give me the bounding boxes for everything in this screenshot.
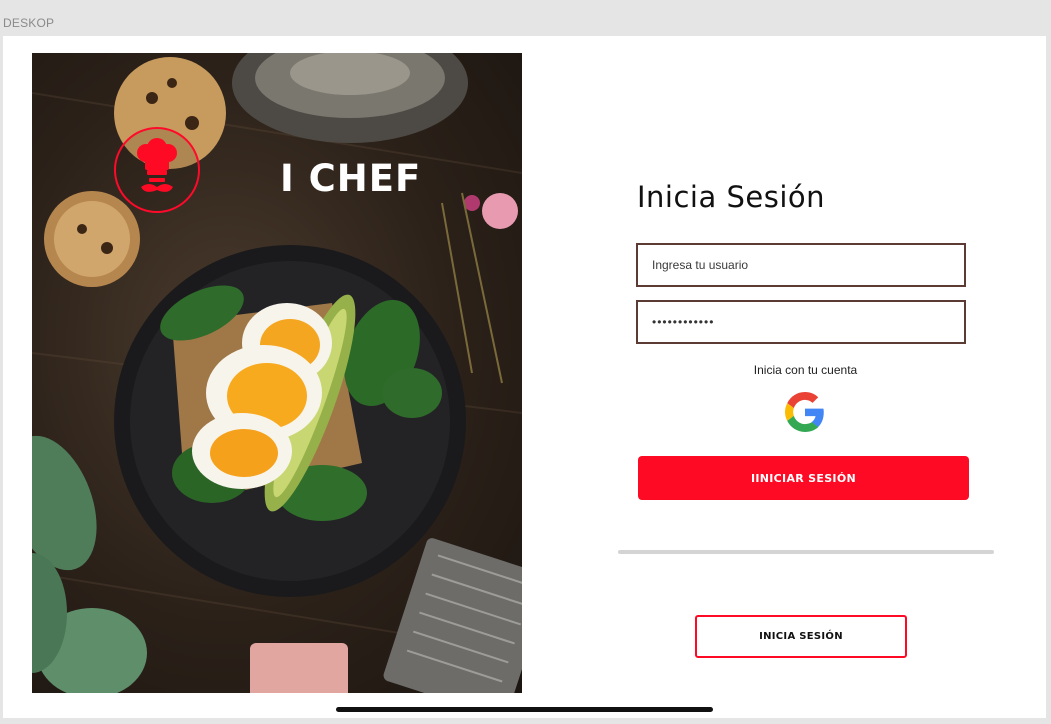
- password-field[interactable]: [636, 300, 966, 344]
- google-caption: Inicia con tu cuenta: [753, 363, 858, 377]
- divider: [618, 550, 994, 554]
- food-photo: I CHEF: [32, 53, 522, 693]
- login-title: Inicia Sesión: [637, 180, 826, 214]
- username-field[interactable]: [636, 243, 966, 287]
- google-login-button[interactable]: [783, 390, 827, 434]
- inicia-sesion-secondary-button[interactable]: INICIA SESIÓN: [695, 615, 907, 658]
- iniciar-sesion-button[interactable]: IINICIAR SESIÓN: [638, 456, 969, 500]
- chef-hat-mustache-icon: [137, 138, 177, 192]
- food-photo-illustration: [32, 53, 522, 693]
- chef-logo-badge: [114, 127, 200, 213]
- google-g-icon: [785, 392, 824, 432]
- home-indicator: [336, 707, 713, 712]
- frame-label: DESKOP: [3, 16, 55, 30]
- artboard: I CHEF Inicia Sesión Inicia con tu cuent…: [3, 36, 1046, 718]
- brand-title: I CHEF: [280, 157, 422, 200]
